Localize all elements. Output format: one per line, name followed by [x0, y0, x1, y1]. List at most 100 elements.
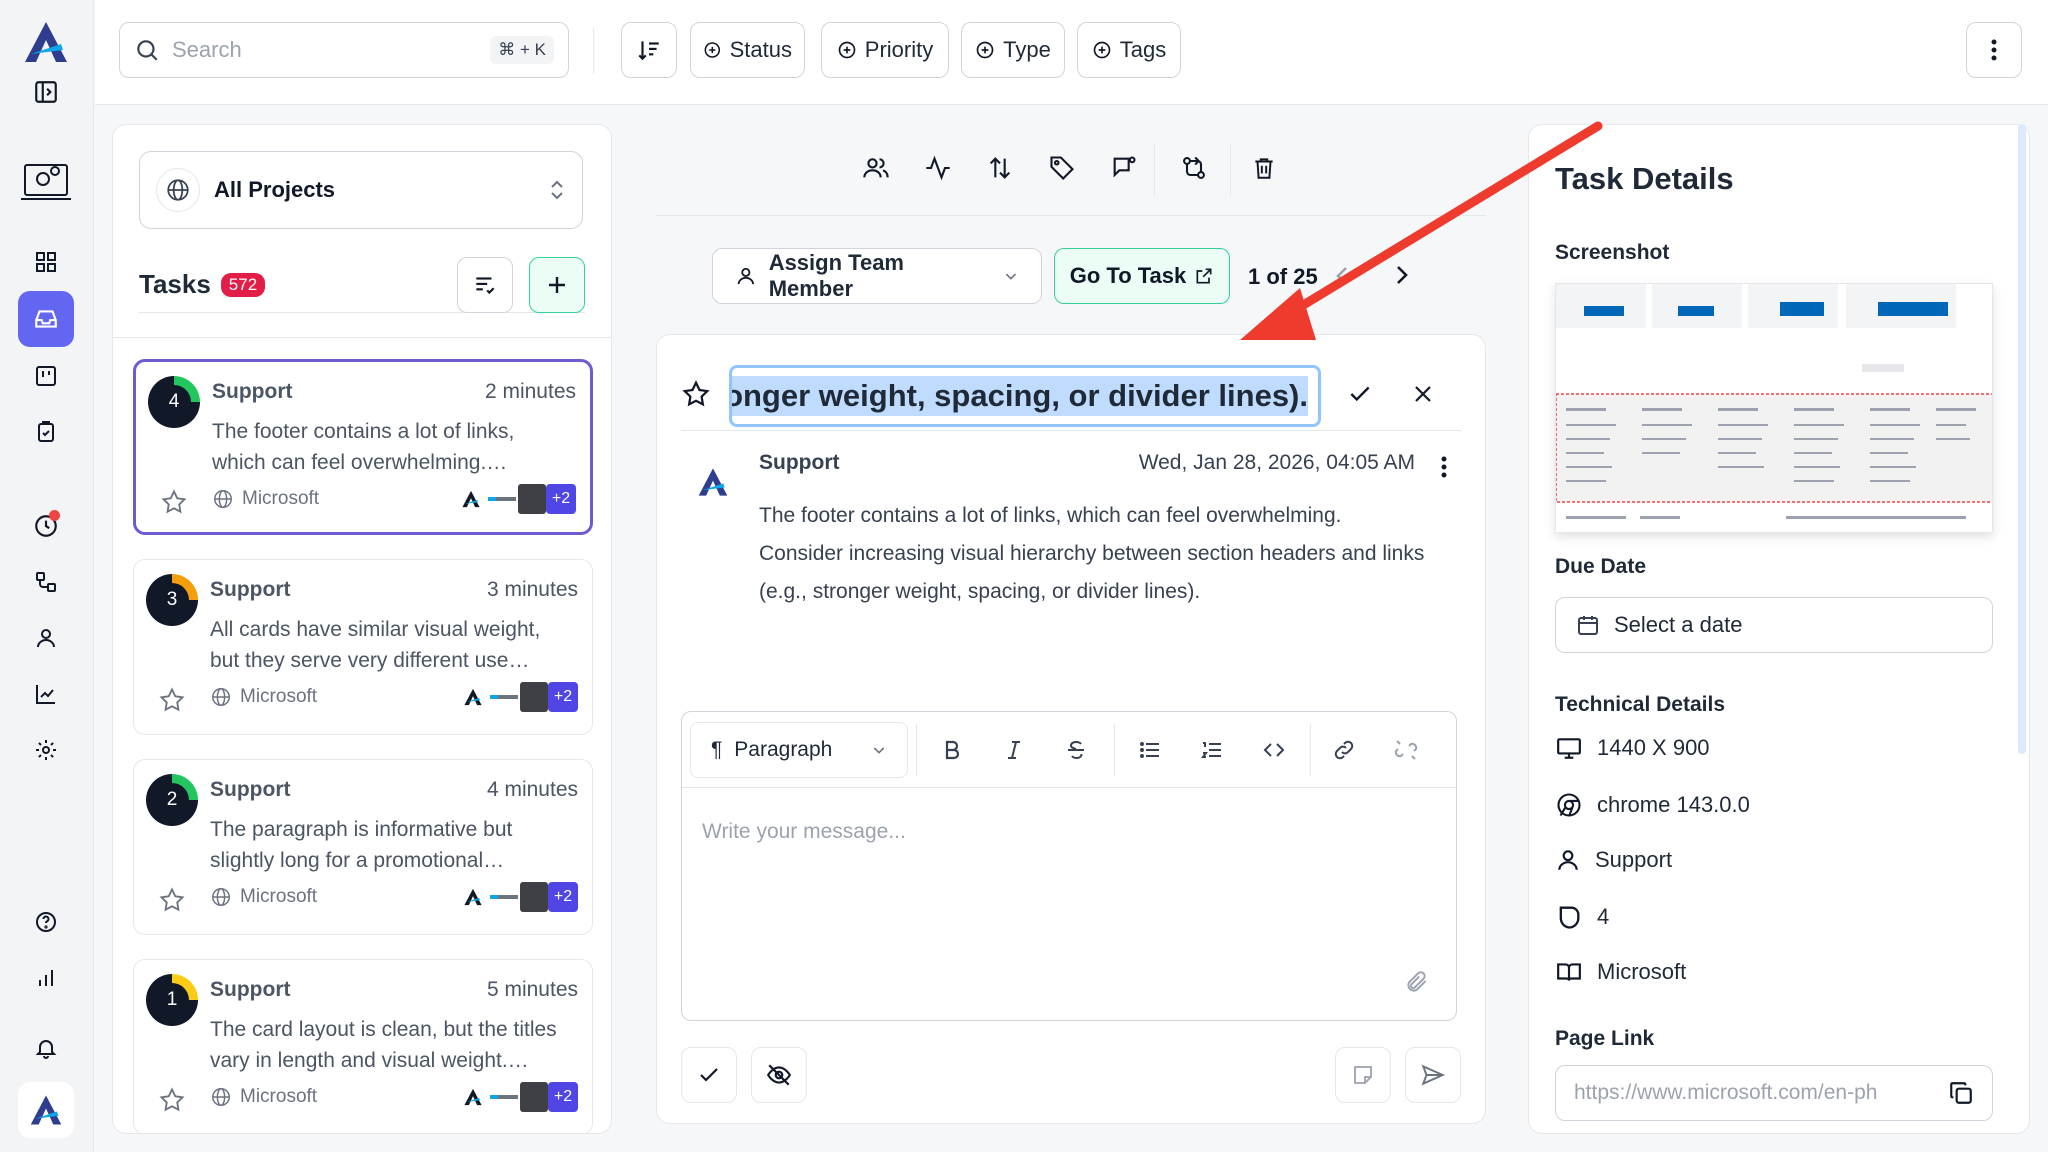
- more-options-button[interactable]: [1966, 22, 2022, 78]
- member-logo: [458, 1082, 488, 1112]
- strikethrough-icon[interactable]: [1054, 728, 1098, 772]
- star-icon[interactable]: [160, 488, 188, 516]
- sort-arrows-icon[interactable]: [978, 146, 1022, 190]
- dashboard-grid-icon[interactable]: [18, 234, 74, 290]
- analytics-chart-icon[interactable]: [18, 666, 74, 722]
- tags-filter-button[interactable]: Tags: [1077, 22, 1181, 78]
- task-project-name: Microsoft: [240, 686, 318, 707]
- title-edit-row: ronger weight, spacing, or divider lines…: [681, 351, 1461, 431]
- priority-filter-button[interactable]: Priority: [821, 22, 949, 78]
- reporter-row: Support: [1555, 847, 1672, 873]
- task-card[interactable]: 1 Support 5 minutes The card layout is c…: [133, 959, 593, 1133]
- note-button[interactable]: [1335, 1047, 1391, 1103]
- due-date-picker[interactable]: Select a date: [1555, 597, 1993, 653]
- user-icon: [1558, 850, 1578, 870]
- task-details-title: Task Details: [1555, 161, 1734, 196]
- resolve-check-button[interactable]: [681, 1047, 737, 1103]
- workflow-icon[interactable]: [18, 554, 74, 610]
- globe-icon: [212, 888, 230, 906]
- paragraph-format-dropdown[interactable]: ¶ Paragraph: [690, 722, 908, 778]
- task-title: Support: [210, 778, 291, 801]
- chevron-right-icon[interactable]: [1392, 262, 1412, 288]
- pagination-indicator: 1 of 25: [1248, 264, 1318, 289]
- sort-button[interactable]: [621, 22, 677, 78]
- tag-icon[interactable]: [1040, 146, 1084, 190]
- priority-avatar: 2: [146, 774, 198, 826]
- task-title: Support: [210, 578, 291, 601]
- transfer-icon[interactable]: [1172, 146, 1216, 190]
- unlink-icon[interactable]: [1384, 728, 1428, 772]
- user-icon[interactable]: [18, 610, 74, 666]
- board-icon[interactable]: [18, 348, 74, 404]
- star-icon[interactable]: [158, 1086, 186, 1114]
- app-logo[interactable]: [18, 14, 74, 70]
- task-description: The paragraph is informative but slightl…: [210, 818, 513, 872]
- resolution-value: 1440 X 900: [1597, 735, 1710, 760]
- task-card[interactable]: 3 Support 3 minutes All cards have simil…: [133, 559, 593, 735]
- help-icon[interactable]: [18, 894, 74, 950]
- numbered-list-icon[interactable]: [1190, 728, 1234, 772]
- type-filter-button[interactable]: Type: [961, 22, 1065, 78]
- assign-team-member-dropdown[interactable]: Assign Team Member: [712, 248, 1042, 304]
- priority-avatar: 4: [148, 376, 200, 428]
- title-edit-input[interactable]: ronger weight, spacing, or divider lines…: [729, 365, 1321, 427]
- search-input[interactable]: Search ⌘ + K: [119, 22, 569, 78]
- screenshot-thumbnail[interactable]: [1555, 283, 1993, 533]
- toggle-sidebar-icon[interactable]: [18, 64, 74, 120]
- task-title: Support: [210, 978, 291, 1001]
- inbox-icon[interactable]: [18, 291, 74, 347]
- code-icon[interactable]: [1252, 728, 1296, 772]
- plus-icon: [549, 277, 565, 293]
- clipboard-check-icon[interactable]: [18, 404, 74, 460]
- copy-icon[interactable]: [1948, 1080, 1974, 1106]
- star-icon[interactable]: [681, 379, 711, 409]
- confirm-check-icon[interactable]: [1347, 381, 1373, 407]
- calendar-icon: [1578, 616, 1598, 635]
- message-body: The footer contains a lot of links, whic…: [759, 504, 1425, 603]
- workspace-settings-icon[interactable]: [18, 154, 74, 210]
- page-link-field[interactable]: https://www.microsoft.com/en-ph: [1555, 1065, 1993, 1121]
- project-selector[interactable]: All Projects: [139, 151, 583, 229]
- hide-visibility-button[interactable]: [751, 1047, 807, 1103]
- send-button[interactable]: [1405, 1047, 1461, 1103]
- settings-gear-icon[interactable]: [18, 722, 74, 778]
- message-menu-icon[interactable]: [1441, 455, 1447, 479]
- stats-bars-icon[interactable]: [18, 950, 74, 1006]
- star-icon[interactable]: [158, 886, 186, 914]
- right-panel-scrollbar[interactable]: [2018, 124, 2026, 754]
- due-date-label: Due Date: [1555, 555, 1647, 578]
- task-time: 2 minutes: [484, 380, 576, 403]
- status-filter-button[interactable]: Status: [690, 22, 805, 78]
- tasks-count-badge: 572: [220, 272, 266, 297]
- bullet-list-icon[interactable]: [1128, 728, 1172, 772]
- activity-icon[interactable]: [916, 146, 960, 190]
- assignees-icon[interactable]: [854, 146, 898, 190]
- message-input[interactable]: Write your message...: [702, 820, 906, 844]
- task-list-view-button[interactable]: [457, 257, 513, 313]
- add-task-button[interactable]: [529, 257, 585, 313]
- send-icon: [1421, 1064, 1446, 1086]
- link-icon[interactable]: [1322, 728, 1366, 772]
- profile-avatar[interactable]: [18, 1082, 74, 1138]
- history-clock-icon[interactable]: [18, 498, 74, 554]
- italic-icon[interactable]: [992, 728, 1036, 772]
- member-logo: [458, 682, 488, 712]
- task-card[interactable]: 2 Support 4 minutes The paragraph is inf…: [133, 759, 593, 935]
- task-project: Microsoft: [210, 1086, 317, 1108]
- toolbar-divider: [1230, 144, 1231, 196]
- member-avatar: [520, 882, 548, 912]
- go-to-task-label: Go To Task: [1069, 263, 1187, 288]
- priority-number: 1: [155, 983, 189, 1017]
- cancel-close-icon[interactable]: [1411, 382, 1435, 406]
- go-to-task-button[interactable]: Go To Task: [1054, 248, 1230, 304]
- task-card[interactable]: 4 Support 2 minutes The footer contains …: [133, 359, 593, 535]
- check-icon: [700, 1068, 718, 1082]
- chevron-left-icon[interactable]: [1332, 264, 1352, 288]
- bold-icon[interactable]: [930, 728, 974, 772]
- attachment-paperclip-icon[interactable]: [1404, 968, 1430, 996]
- task-project: Microsoft: [210, 886, 317, 908]
- star-icon[interactable]: [158, 686, 186, 714]
- comment-flag-icon[interactable]: [1102, 146, 1146, 190]
- notifications-bell-icon[interactable]: [18, 1020, 74, 1076]
- trash-icon[interactable]: [1242, 146, 1286, 190]
